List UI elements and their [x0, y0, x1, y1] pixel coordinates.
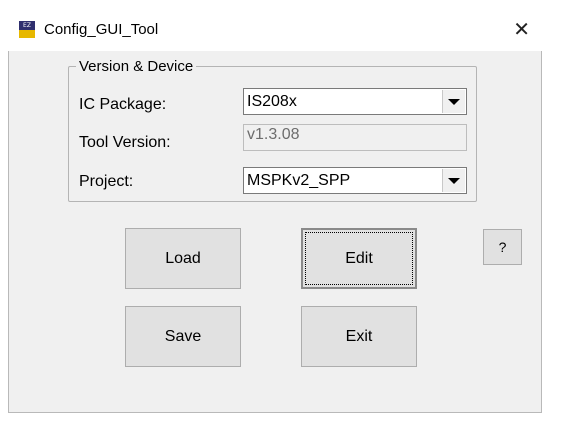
- close-icon[interactable]: ✕: [513, 17, 530, 41]
- ic-package-label: IC Package:: [79, 96, 167, 113]
- dialog-body: Version & Device IC Package: IS208x Tool…: [9, 51, 541, 412]
- load-label: Load: [165, 249, 201, 267]
- tool-version-label: Tool Version:: [79, 134, 171, 151]
- project-select[interactable]: MSPKv2_SPP: [243, 167, 467, 194]
- project-label: Project:: [79, 173, 134, 190]
- edit-button[interactable]: Edit: [301, 228, 417, 289]
- tool-version-field: v1.3.08: [243, 124, 467, 151]
- load-button[interactable]: Load: [125, 228, 241, 289]
- exit-label: Exit: [345, 327, 373, 345]
- group-label: Version & Device: [76, 58, 197, 75]
- exit-button[interactable]: Exit: [301, 306, 417, 367]
- save-button[interactable]: Save: [125, 306, 241, 367]
- title-bar[interactable]: EZ Config_GUI_Tool ✕: [8, 8, 542, 51]
- chevron-down-icon[interactable]: [442, 90, 465, 113]
- chevron-down-icon[interactable]: [442, 169, 465, 192]
- tool-version-value: v1.3.08: [247, 126, 300, 143]
- edit-label: Edit: [345, 249, 373, 267]
- window-title: Config_GUI_Tool: [44, 21, 159, 38]
- app-icon: EZ: [19, 21, 35, 38]
- help-button[interactable]: ?: [483, 229, 522, 265]
- ic-package-value: IS208x: [247, 93, 297, 110]
- save-label: Save: [164, 327, 202, 345]
- project-value: MSPKv2_SPP: [247, 172, 351, 189]
- ic-package-select[interactable]: IS208x: [243, 88, 467, 115]
- help-label: ?: [498, 239, 507, 255]
